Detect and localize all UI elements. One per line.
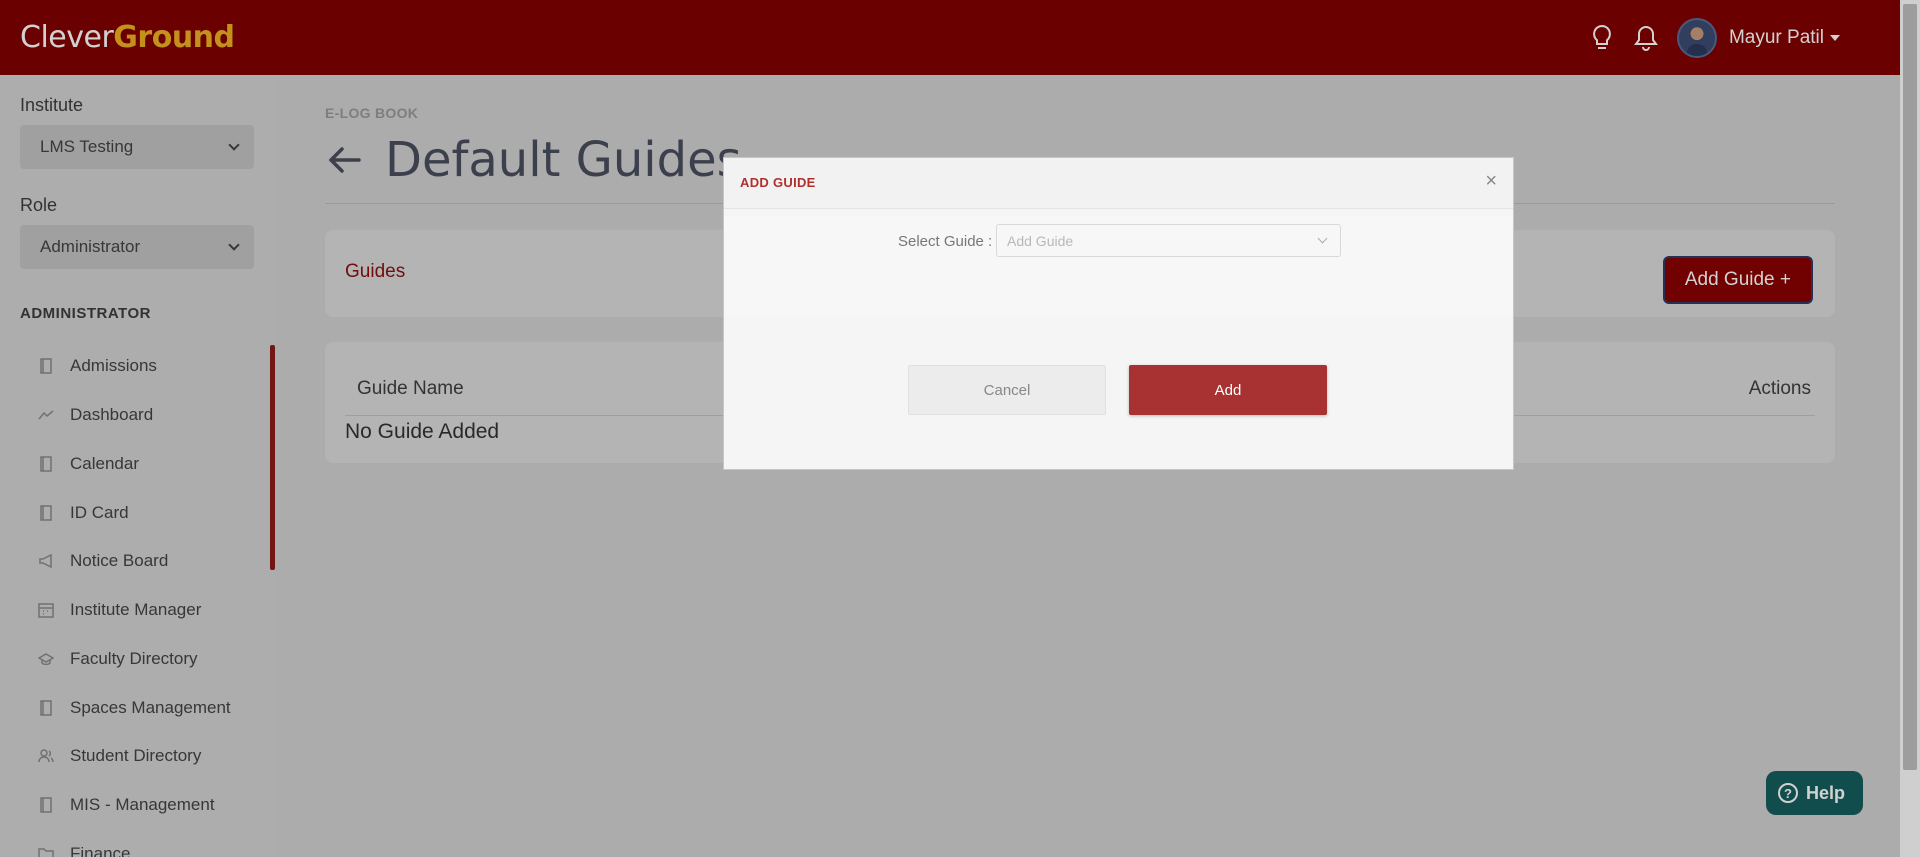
page-scrollbar[interactable] xyxy=(1900,0,1920,857)
add-button[interactable]: Add xyxy=(1129,365,1327,415)
modal-title: ADD GUIDE xyxy=(740,175,816,190)
modal-header: ADD GUIDE × xyxy=(724,158,1513,209)
select-guide-dropdown[interactable]: Add Guide xyxy=(996,224,1341,257)
chevron-down-icon xyxy=(1317,233,1328,244)
select-guide-label: Select Guide : xyxy=(898,233,993,250)
add-guide-modal: ADD GUIDE × Select Guide : Add Guide Can… xyxy=(723,157,1514,470)
cancel-button[interactable]: Cancel xyxy=(908,365,1106,415)
close-icon[interactable]: × xyxy=(1485,170,1497,193)
select-guide-placeholder: Add Guide xyxy=(1007,232,1074,249)
scrollbar-thumb[interactable] xyxy=(1903,4,1917,770)
modal-body: Select Guide : Add Guide xyxy=(724,216,1513,316)
